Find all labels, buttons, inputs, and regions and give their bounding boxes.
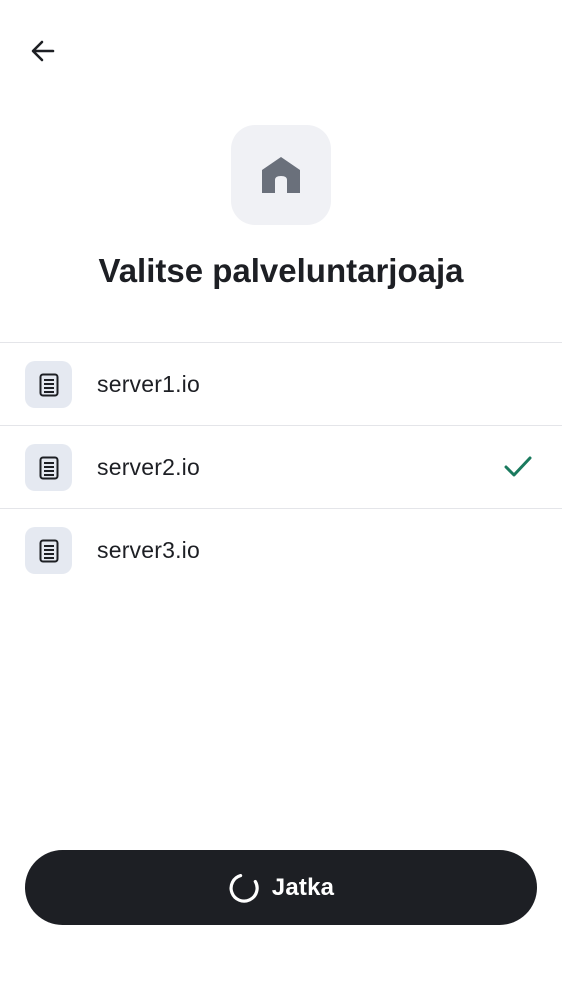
server-icon	[39, 373, 58, 396]
server-icon-tile	[25, 527, 72, 574]
check-icon	[504, 456, 532, 477]
arrow-left-icon	[31, 40, 55, 62]
back-button[interactable]	[20, 28, 66, 74]
server-icon	[39, 456, 58, 479]
server-label: server1.io	[97, 371, 200, 397]
server-option-server1[interactable]: server1.io	[0, 343, 562, 426]
server-icon	[39, 539, 58, 562]
provider-hero-tile	[231, 125, 331, 225]
continue-button[interactable]: Jatka	[25, 850, 537, 925]
spinner-icon	[228, 872, 260, 904]
server-option-server3[interactable]: server3.io	[0, 509, 562, 591]
continue-label: Jatka	[271, 873, 335, 901]
home-icon	[262, 157, 300, 193]
server-label: server2.io	[97, 454, 200, 480]
server-option-server2[interactable]: server2.io	[0, 426, 562, 509]
server-icon-tile	[25, 361, 72, 408]
page-title: Valitse palveluntarjoaja	[98, 252, 464, 289]
server-label: server3.io	[97, 537, 200, 563]
server-list: server1.io server2.io server3.io	[0, 342, 562, 591]
server-icon-tile	[25, 444, 72, 491]
